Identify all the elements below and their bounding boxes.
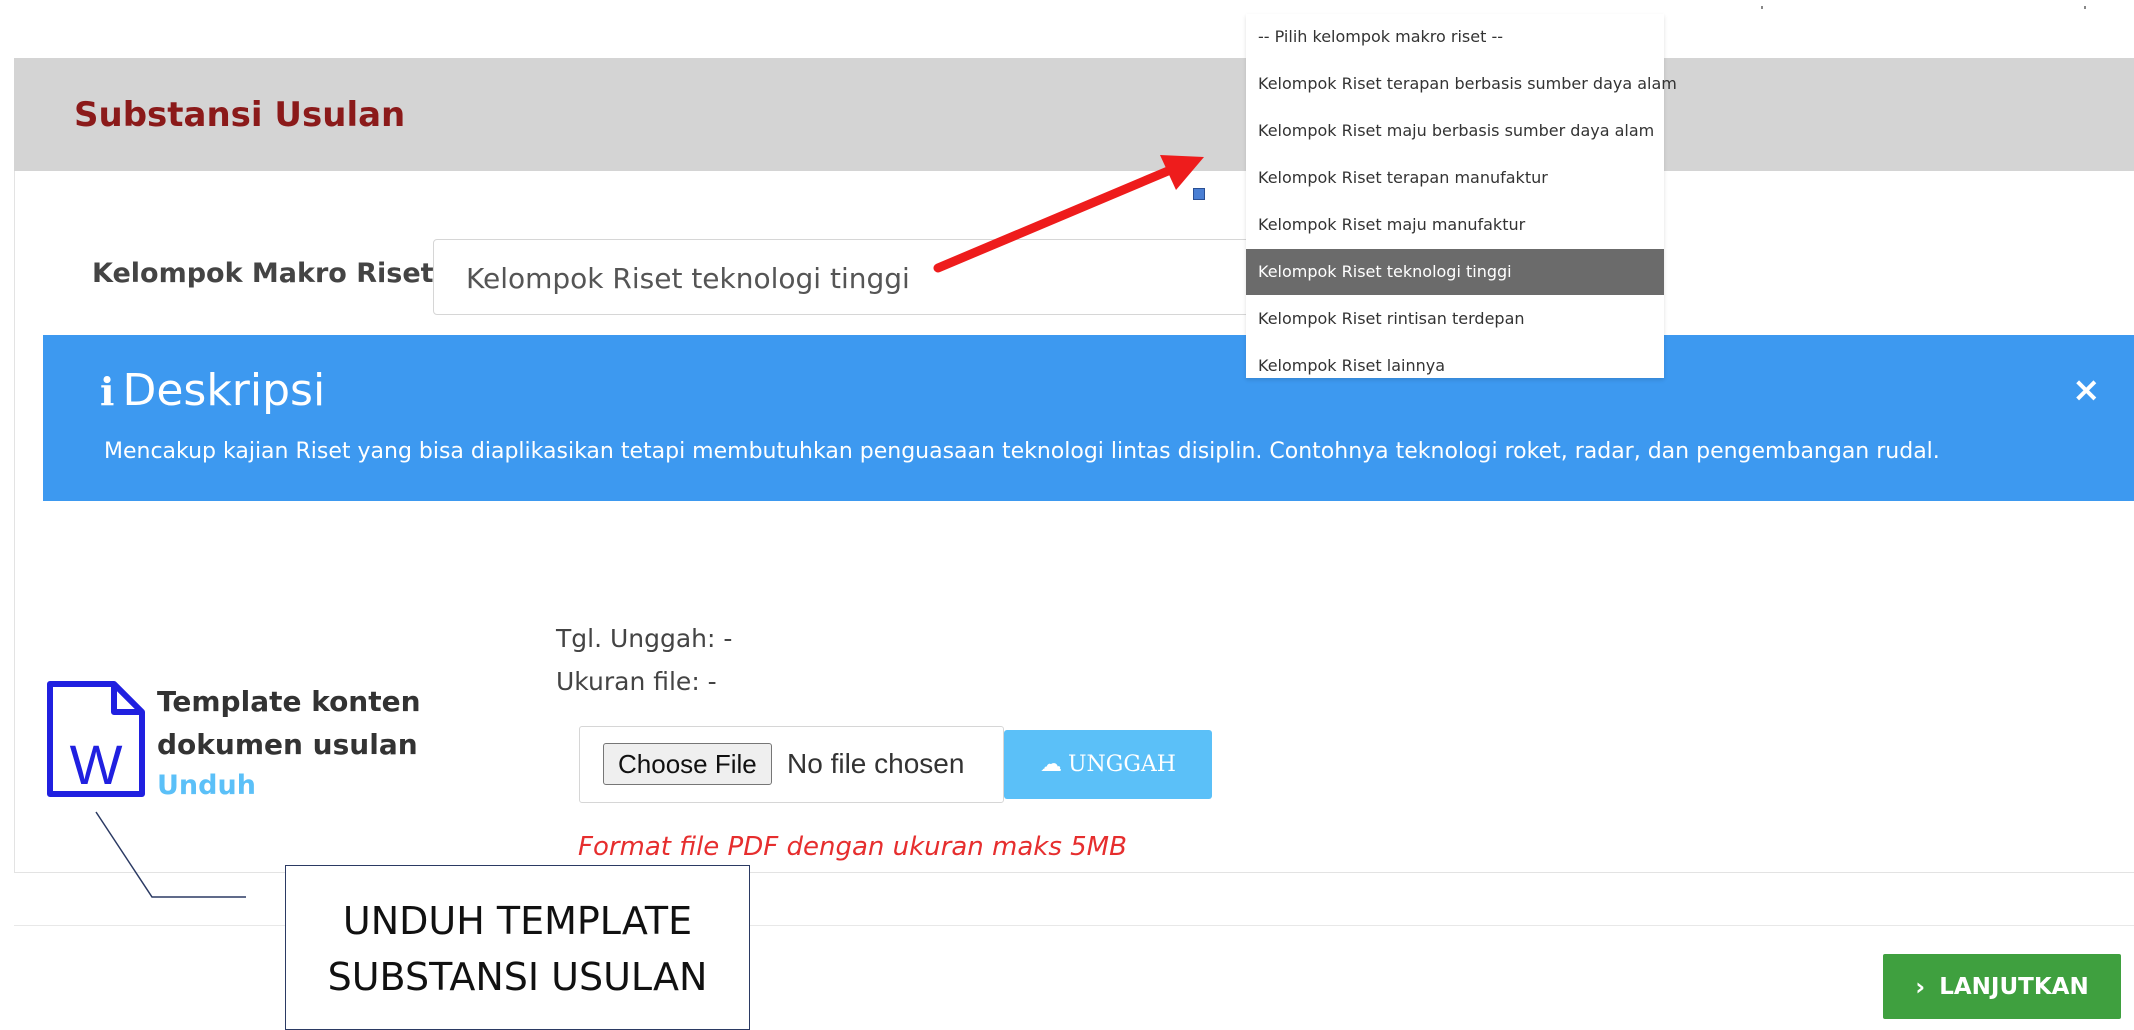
dropdown-option[interactable]: Kelompok Riset rintisan terdepan bbox=[1246, 296, 1664, 342]
unduh-link[interactable]: Unduh bbox=[157, 770, 256, 801]
annotation-line-1: UNDUH TEMPLATE bbox=[342, 899, 693, 943]
close-icon[interactable]: × bbox=[2072, 370, 2101, 410]
unggah-label: UNGGAH bbox=[1067, 752, 1176, 777]
word-icon-letter: W bbox=[70, 733, 123, 796]
choose-file-button[interactable]: Choose File bbox=[603, 743, 772, 785]
annotation-line-2: SUBSTANSI USULAN bbox=[327, 955, 708, 999]
top-mark bbox=[1761, 6, 1763, 9]
kelompok-makro-selected-value: Kelompok Riset teknologi tinggi bbox=[466, 262, 910, 295]
lanjutkan-label: LANJUTKAN bbox=[1939, 973, 2089, 1000]
dropdown-option[interactable]: Kelompok Riset lainnya bbox=[1246, 343, 1664, 389]
dropdown-option[interactable]: Kelompok Riset maju berbasis sumber daya… bbox=[1246, 108, 1664, 154]
panel-title: Substansi Usulan bbox=[74, 95, 406, 135]
alert-description: Mencakup kajian Riset yang bisa diaplika… bbox=[104, 439, 1940, 464]
kelompok-makro-label: Kelompok Makro Riset bbox=[92, 258, 434, 289]
unggah-button[interactable]: ☁ UNGGAH bbox=[1004, 730, 1212, 799]
annotation-text: UNDUH TEMPLATE SUBSTANSI USULAN bbox=[285, 893, 750, 1005]
alert-title: i Deskripsi bbox=[100, 365, 325, 416]
dropdown-option[interactable]: -- Pilih kelompok makro riset -- bbox=[1246, 14, 1664, 60]
word-document-icon: W bbox=[47, 681, 145, 797]
top-mark bbox=[2084, 6, 2086, 9]
info-icon: i bbox=[100, 369, 115, 414]
cursor-marker bbox=[1193, 188, 1205, 200]
file-format-hint: Format file PDF dengan ukuran maks 5MB bbox=[578, 832, 1127, 862]
cloud-upload-icon: ☁ bbox=[1039, 752, 1062, 777]
dropdown-option[interactable]: Kelompok Riset terapan berbasis sumber d… bbox=[1246, 61, 1677, 107]
deskripsi-alert bbox=[43, 335, 2134, 501]
chevron-right-icon: › bbox=[1915, 972, 1926, 1001]
no-file-text: No file chosen bbox=[787, 748, 965, 779]
template-title: Template konten dokumen usulan bbox=[157, 685, 421, 761]
dropdown-option-selected[interactable]: Kelompok Riset teknologi tinggi bbox=[1246, 249, 1664, 295]
dropdown-option[interactable]: Kelompok Riset terapan manufaktur bbox=[1246, 155, 1664, 201]
lanjutkan-button[interactable]: › LANJUTKAN bbox=[1883, 954, 2121, 1019]
kelompok-dropdown-list: -- Pilih kelompok makro riset -- Kelompo… bbox=[1246, 14, 1677, 378]
dropdown-option[interactable]: Kelompok Riset maju manufaktur bbox=[1246, 202, 1664, 248]
alert-title-text: Deskripsi bbox=[122, 365, 326, 416]
ukuran-file: Ukuran file: - bbox=[556, 667, 717, 696]
tgl-unggah: Tgl. Unggah: - bbox=[556, 624, 733, 653]
